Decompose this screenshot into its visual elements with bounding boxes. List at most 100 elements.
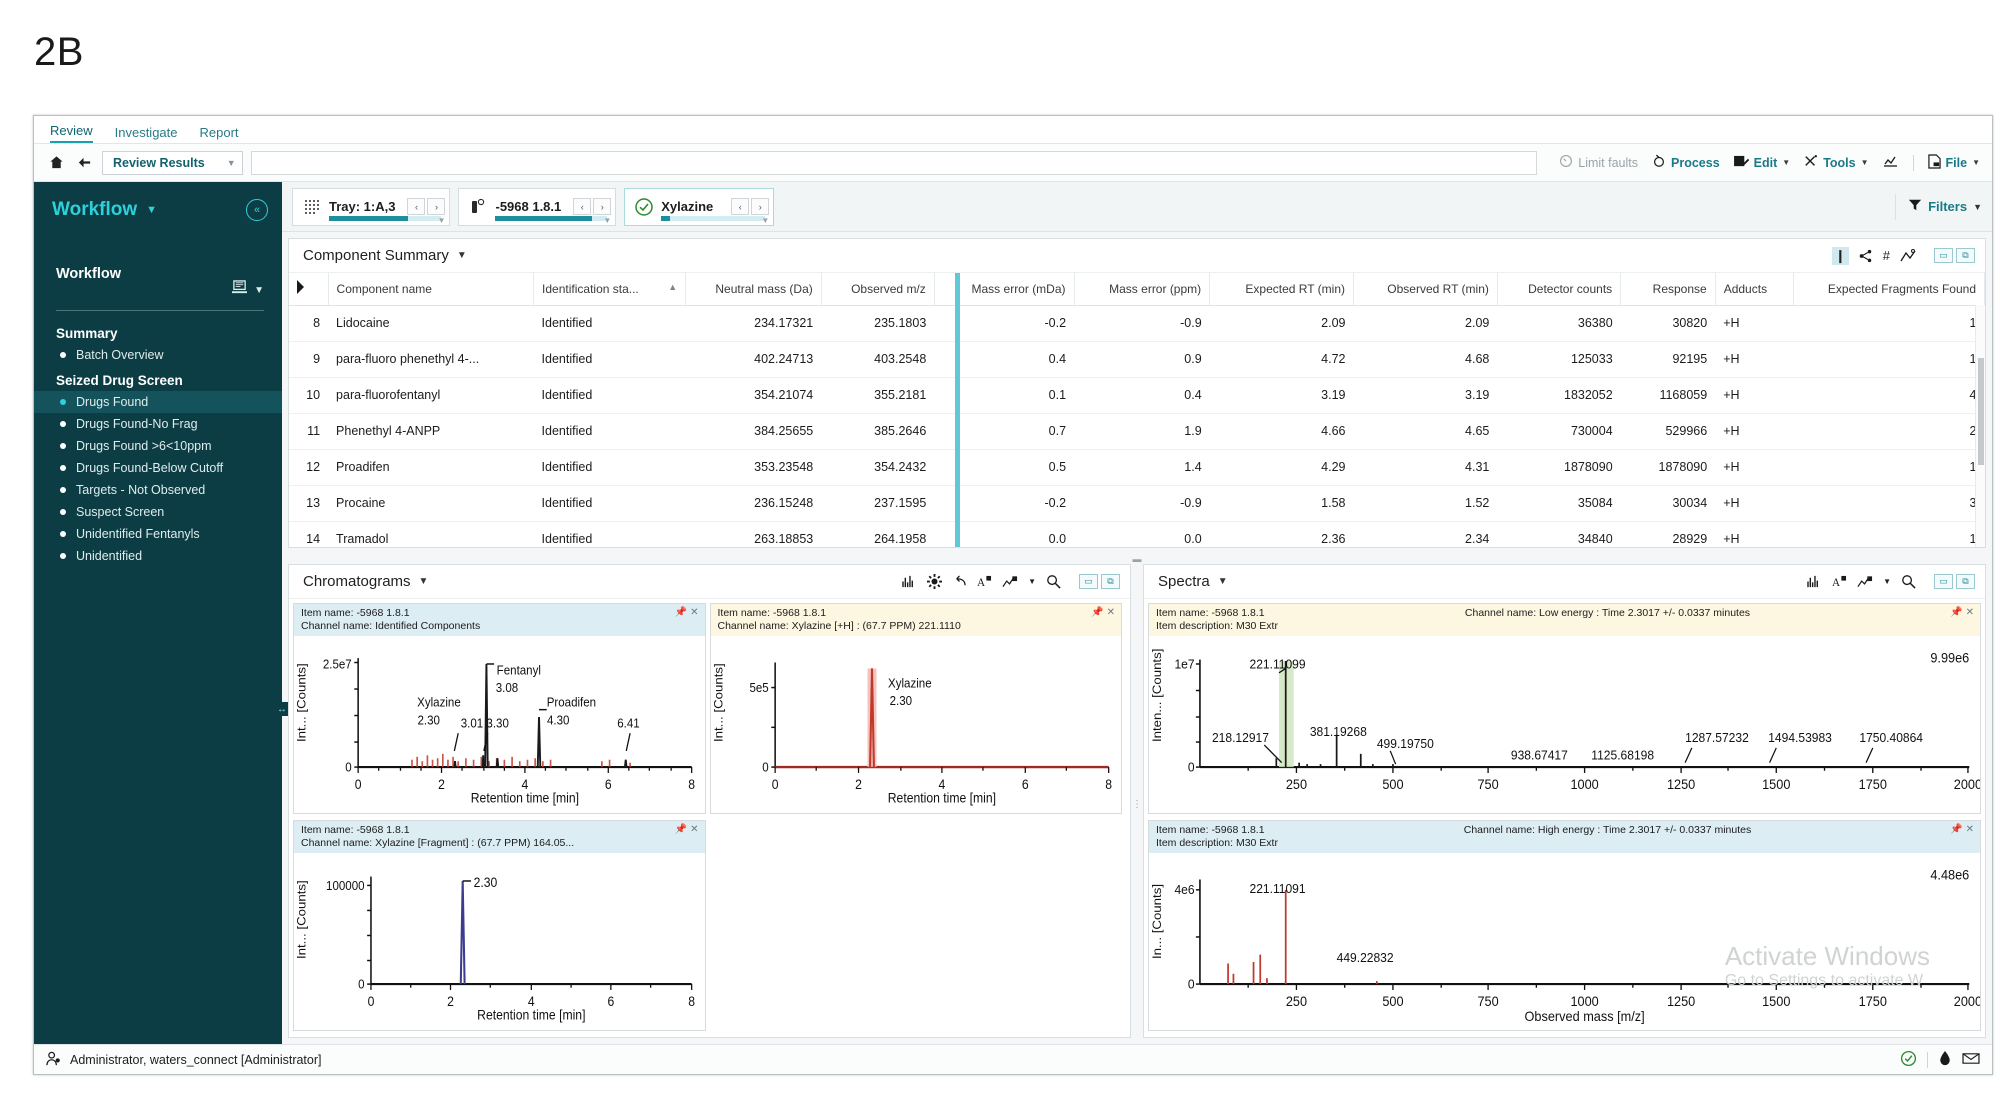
restore-window-button[interactable]: ⧉: [1956, 248, 1975, 263]
chevron-down-icon[interactable]: ▼: [603, 216, 611, 225]
back-arrow-icon[interactable]: [74, 153, 94, 173]
chromatograms-title-button[interactable]: Chromatograms ▼: [303, 573, 428, 590]
vertical-split-handle[interactable]: ⋮: [1131, 564, 1143, 1044]
scatter-icon[interactable]: [1900, 248, 1916, 263]
plot-canvas[interactable]: Int... [Counts] 2.5e7 0 Xylazine 2.30 3.…: [294, 636, 705, 813]
plot-pin-close-icons[interactable]: 📌 ✕: [1950, 607, 1974, 620]
sidebar-resize-handle[interactable]: ↔: [276, 702, 288, 716]
nav-tab-investigate[interactable]: Investigate: [115, 126, 178, 143]
sidebar-item-drugs-found[interactable]: Drugs Found: [34, 391, 282, 413]
restore-window-button[interactable]: ⧉: [1956, 574, 1975, 589]
table-row[interactable]: 9 para-fluoro phenethyl 4-... Identified…: [289, 341, 1985, 378]
component-next-button[interactable]: ›: [751, 198, 770, 215]
peaks-icon[interactable]: [1807, 575, 1822, 588]
sidebar-item-targets-not-observed[interactable]: Targets - Not Observed: [34, 479, 282, 501]
annotate-icon[interactable]: A: [1832, 575, 1847, 589]
gear-icon[interactable]: [927, 574, 943, 589]
col-identification-status[interactable]: Identification sta... ▲: [533, 273, 687, 306]
sidebar-item-unidentified[interactable]: Unidentified: [34, 545, 282, 567]
chevron-down-icon[interactable]: ▼: [1028, 577, 1036, 586]
chevron-down-icon[interactable]: ▼: [254, 285, 264, 296]
sidebar-item-drugs-found-below-cutoff[interactable]: Drugs Found-Below Cutoff: [34, 457, 282, 479]
col-response[interactable]: Response: [1620, 273, 1716, 306]
restore-window-button[interactable]: ⧉: [1101, 574, 1120, 589]
sidebar-item-drugs-found-6-10ppm[interactable]: Drugs Found >6<10ppm: [34, 435, 282, 457]
sample-selector[interactable]: -5968 1.8.1 ‹ › ▼: [458, 187, 617, 226]
breadcrumb-select[interactable]: Review Results ▼: [102, 150, 243, 175]
col-component-name[interactable]: Component name: [328, 273, 535, 306]
col-detector-counts[interactable]: Detector counts: [1497, 273, 1622, 306]
status-ok-icon[interactable]: [1900, 1050, 1917, 1070]
spectra-title-button[interactable]: Spectra ▼: [1158, 573, 1228, 590]
chevron-down-icon[interactable]: ▼: [438, 216, 446, 225]
table-row[interactable]: 13 Procaine Identified 236.15248 237.159…: [289, 485, 1985, 522]
process-button[interactable]: Process: [1652, 154, 1720, 171]
edit-button[interactable]: Edit ▼: [1733, 155, 1790, 171]
nav-tab-review[interactable]: Review: [50, 124, 93, 143]
col-expected-rt[interactable]: Expected RT (min): [1209, 273, 1355, 306]
chromatogram-xylazine-fragment[interactable]: Item name: -5968 1.8.1 📌 ✕ Channel name:…: [293, 820, 706, 1031]
zoom-icon[interactable]: [1901, 574, 1916, 589]
droplet-icon[interactable]: [1938, 1050, 1952, 1070]
search-input[interactable]: [250, 150, 1538, 175]
col-mass-error-ppm[interactable]: Mass error (ppm): [1074, 273, 1211, 306]
plot-pin-close-icons[interactable]: 📌 ✕: [1950, 824, 1974, 837]
collapse-left-icon[interactable]: «: [246, 199, 268, 221]
minimize-window-button[interactable]: ▭: [1079, 574, 1098, 589]
plot-type-icon[interactable]: [1857, 575, 1873, 589]
chart-button[interactable]: [1883, 155, 1899, 171]
plot-canvas[interactable]: In... [Counts] 4e6 0 4.48e6 221.11091 44…: [1149, 853, 1980, 1030]
spectrum-high-energy[interactable]: Item name: -5968 1.8.1 Channel name: Hig…: [1148, 820, 1981, 1031]
limit-faults-button[interactable]: Limit faults: [1559, 154, 1638, 171]
plot-canvas[interactable]: Inten... [Counts] 1e7 0 9.99e6 218.12917…: [1149, 636, 1980, 813]
col-sort-indicator[interactable]: [289, 273, 329, 306]
sample-next-button[interactable]: ›: [593, 198, 612, 215]
chromatogram-identified-components[interactable]: Item name: -5968 1.8.1 📌 ✕ Channel name:…: [293, 603, 706, 814]
file-button[interactable]: File ▼: [1927, 153, 1980, 172]
sample-prev-button[interactable]: ‹: [573, 198, 592, 215]
sidebar-item-drugs-found-no-frag[interactable]: Drugs Found-No Frag: [34, 413, 282, 435]
plot-pin-close-icons[interactable]: 📌 ✕: [675, 824, 699, 837]
database-icon[interactable]: [231, 280, 248, 300]
col-neutral-mass[interactable]: Neutral mass (Da): [685, 273, 822, 306]
vial-icon[interactable]: ❙: [1831, 246, 1849, 265]
filters-button[interactable]: Filters ▼: [1895, 193, 1982, 220]
annotate-icon[interactable]: A: [977, 575, 992, 589]
sidebar-item-unidentified-fentanyls[interactable]: Unidentified Fentanyls: [34, 523, 282, 545]
tools-button[interactable]: Tools ▼: [1804, 154, 1869, 171]
table-vertical-scrollbar[interactable]: [1975, 305, 1985, 547]
tray-prev-button[interactable]: ‹: [407, 198, 426, 215]
hash-icon[interactable]: #: [1883, 248, 1890, 263]
minimize-window-button[interactable]: ▭: [1934, 574, 1953, 589]
component-summary-title-button[interactable]: Component Summary ▼: [303, 247, 467, 264]
tray-selector[interactable]: Tray: 1:A,3 ‹ › ▼: [292, 187, 451, 226]
table-row[interactable]: 10 para-fluorofentanyl Identified 354.21…: [289, 377, 1985, 414]
message-icon[interactable]: [1962, 1051, 1980, 1069]
minimize-window-button[interactable]: ▭: [1934, 248, 1953, 263]
plot-pin-close-icons[interactable]: 📌 ✕: [675, 607, 699, 620]
chevron-down-icon[interactable]: ▼: [1883, 577, 1891, 586]
home-icon[interactable]: [46, 153, 66, 173]
sidebar-item-batch-overview[interactable]: Batch Overview: [34, 344, 282, 366]
horizontal-split-handle[interactable]: ▬: [282, 554, 1992, 564]
chevron-down-icon[interactable]: ▼: [761, 216, 769, 225]
table-row[interactable]: 11 Phenethyl 4-ANPP Identified 384.25655…: [289, 413, 1985, 450]
sidebar-title-button[interactable]: Workflow ▼: [52, 199, 157, 221]
undo-icon[interactable]: [952, 575, 967, 588]
table-row[interactable]: 8 Lidocaine Identified 234.17321 235.180…: [289, 305, 1985, 342]
plot-type-icon[interactable]: [1002, 575, 1018, 589]
table-row[interactable]: 14 Tramadol Identified 263.18853 264.195…: [289, 521, 1985, 547]
zoom-icon[interactable]: [1046, 574, 1061, 589]
col-adducts[interactable]: Adducts: [1715, 273, 1794, 306]
spectrum-low-energy[interactable]: Item name: -5968 1.8.1 Channel name: Low…: [1148, 603, 1981, 814]
component-selector[interactable]: Xylazine ‹ › ▼: [624, 187, 775, 226]
table-row[interactable]: 12 Proadifen Identified 353.23548 354.24…: [289, 449, 1985, 486]
nav-tab-report[interactable]: Report: [200, 126, 239, 143]
plot-canvas[interactable]: Int... [Counts] 5e5 0 Xylazine 2.30 Rete…: [710, 636, 1121, 813]
col-observed-mz[interactable]: Observed m/z: [821, 273, 935, 306]
share-icon[interactable]: [1859, 249, 1873, 263]
sidebar-item-suspect-screen[interactable]: Suspect Screen: [34, 501, 282, 523]
plot-pin-close-icons[interactable]: 📌 ✕: [1091, 607, 1115, 620]
col-expected-fragments-found[interactable]: Expected Fragments Found: [1793, 273, 1985, 306]
tray-next-button[interactable]: ›: [427, 198, 446, 215]
